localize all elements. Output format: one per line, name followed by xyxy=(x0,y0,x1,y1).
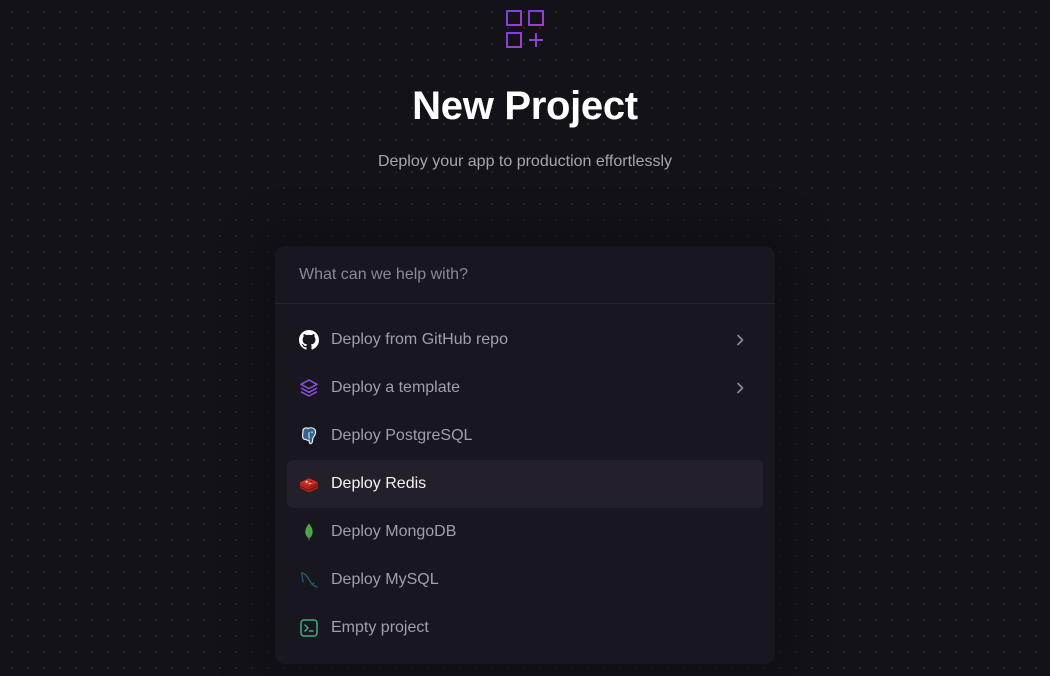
search-row xyxy=(275,246,775,304)
page-subtitle: Deploy your app to production effortless… xyxy=(377,153,673,170)
mongodb-icon xyxy=(299,522,319,542)
option-deploy-template[interactable]: Deploy a template xyxy=(287,364,763,412)
new-project-panel: Deploy from GitHub repo Deploy a templat… xyxy=(275,246,775,664)
option-list: Deploy from GitHub repo Deploy a templat… xyxy=(287,316,763,652)
option-empty-project[interactable]: Empty project xyxy=(287,604,763,652)
option-label: Deploy MySQL xyxy=(331,571,439,588)
chevron-right-icon xyxy=(737,382,744,394)
grid-plus-icon xyxy=(506,10,544,48)
terminal-icon xyxy=(299,618,319,638)
layers-icon xyxy=(299,378,319,398)
github-icon xyxy=(299,330,319,350)
option-deploy-postgresql[interactable]: Deploy PostgreSQL xyxy=(287,412,763,460)
option-label: Deploy Redis xyxy=(331,475,427,492)
redis-icon xyxy=(299,474,319,494)
option-deploy-mongodb[interactable]: Deploy MongoDB xyxy=(287,508,763,556)
option-label: Deploy PostgreSQL xyxy=(331,427,473,444)
option-label: Deploy MongoDB xyxy=(331,523,457,540)
option-label: Empty project xyxy=(331,619,429,636)
chevron-right-icon xyxy=(737,334,744,346)
mysql-icon xyxy=(299,570,319,590)
option-label: Deploy from GitHub repo xyxy=(331,331,508,348)
option-deploy-redis[interactable]: Deploy Redis xyxy=(287,460,763,508)
option-label: Deploy a template xyxy=(331,379,460,396)
page-title: New Project xyxy=(412,84,638,128)
search-input[interactable] xyxy=(299,246,749,303)
postgresql-icon xyxy=(299,426,319,446)
option-deploy-mysql[interactable]: Deploy MySQL xyxy=(287,556,763,604)
option-deploy-github-repo[interactable]: Deploy from GitHub repo xyxy=(287,316,763,364)
